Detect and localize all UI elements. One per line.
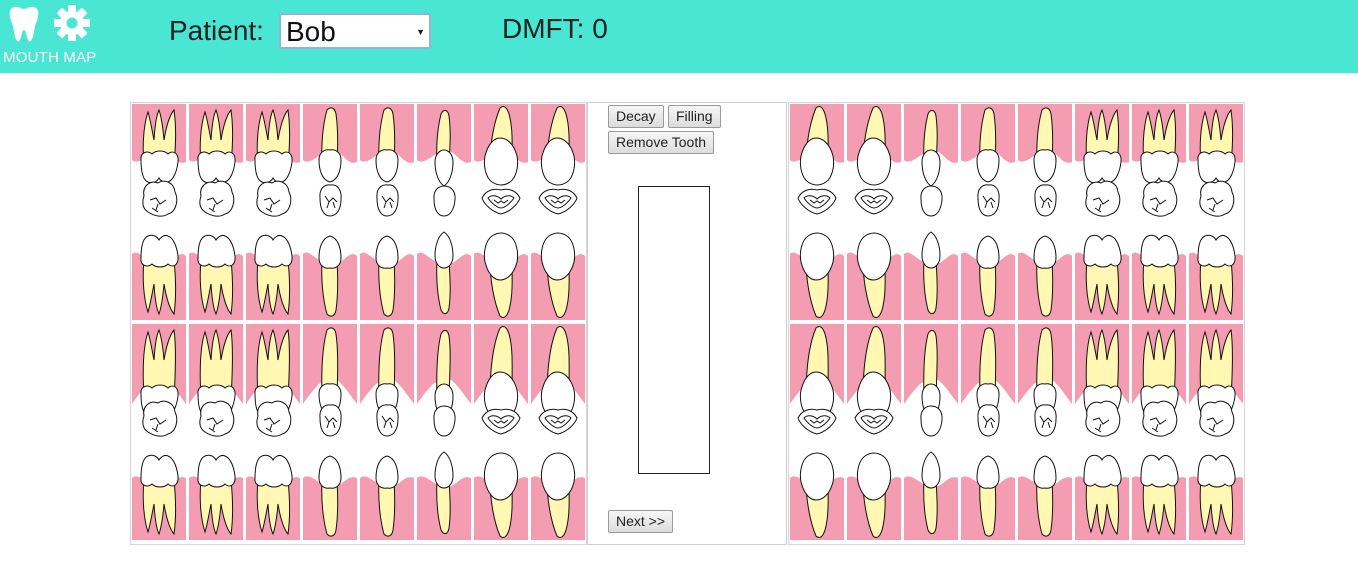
patient-label: Patient: xyxy=(169,15,264,46)
upper-left-tooth-4[interactable] xyxy=(303,104,357,320)
tooth-incisor-icon xyxy=(847,104,901,320)
tooth-premolar-icon xyxy=(303,324,357,540)
lower-right-tooth-5[interactable] xyxy=(1018,324,1072,540)
lower-left-row xyxy=(132,324,589,543)
tooth-incisor-icon xyxy=(531,324,585,540)
app-logo[interactable]: MOUTH MAP xyxy=(3,2,99,68)
tooth-incisor-icon xyxy=(474,104,528,320)
tooth-molar-icon xyxy=(132,104,186,320)
lower-left-tooth-5[interactable] xyxy=(360,324,414,540)
lower-right-tooth-3[interactable] xyxy=(904,324,958,540)
lower-right-tooth-1[interactable] xyxy=(790,324,844,540)
header-bar: MOUTH MAP Patient: Bob ▼ DMFT: 0 xyxy=(0,0,1358,73)
upper-left-tooth-3[interactable] xyxy=(246,104,300,320)
tooth-molar-icon xyxy=(246,324,300,540)
logo-text: MOUTH MAP xyxy=(3,49,97,66)
lower-left-tooth-8[interactable] xyxy=(531,324,585,540)
tooth-premolar-icon xyxy=(360,104,414,320)
tooth-canine-icon xyxy=(417,324,471,540)
upper-left-tooth-5[interactable] xyxy=(360,104,414,320)
tooth-molar-icon xyxy=(132,324,186,540)
tooth-molar-icon xyxy=(1189,324,1243,540)
tooth-incisor-icon xyxy=(474,324,528,540)
tooth-canine-icon xyxy=(417,104,471,320)
right-dental-chart xyxy=(788,102,1245,545)
upper-left-tooth-7[interactable] xyxy=(474,104,528,320)
decay-button[interactable]: Decay xyxy=(608,105,664,128)
tooth-molar-icon xyxy=(1132,104,1186,320)
tooth-incisor-icon xyxy=(790,104,844,320)
upper-right-row xyxy=(790,104,1247,323)
tooth-molar-icon xyxy=(1189,104,1243,320)
left-dental-chart xyxy=(130,102,587,545)
remove-tooth-button[interactable]: Remove Tooth xyxy=(608,131,715,154)
lower-left-tooth-4[interactable] xyxy=(303,324,357,540)
patient-select[interactable]: Bob ▼ xyxy=(279,13,431,49)
upper-right-tooth-8[interactable] xyxy=(1189,104,1243,320)
gear-icon xyxy=(54,5,90,41)
lower-left-tooth-7[interactable] xyxy=(474,324,528,540)
tooth-premolar-icon xyxy=(961,324,1015,540)
tooth-premolar-icon xyxy=(303,104,357,320)
patient-select-value: Bob xyxy=(286,16,336,47)
lower-right-tooth-8[interactable] xyxy=(1189,324,1243,540)
lower-right-tooth-4[interactable] xyxy=(961,324,1015,540)
tooth-molar-icon xyxy=(189,324,243,540)
lower-left-tooth-3[interactable] xyxy=(246,324,300,540)
lower-right-row xyxy=(790,324,1247,543)
upper-left-tooth-1[interactable] xyxy=(132,104,186,320)
tooth-icon xyxy=(9,6,39,42)
lower-right-tooth-2[interactable] xyxy=(847,324,901,540)
tooth-premolar-icon xyxy=(360,324,414,540)
lower-right-tooth-7[interactable] xyxy=(1132,324,1186,540)
upper-right-tooth-2[interactable] xyxy=(847,104,901,320)
filling-button[interactable]: Filling xyxy=(668,105,721,128)
tooth-molar-icon xyxy=(1132,324,1186,540)
lower-left-tooth-1[interactable] xyxy=(132,324,186,540)
tooth-notes-box[interactable] xyxy=(638,186,710,474)
upper-left-tooth-2[interactable] xyxy=(189,104,243,320)
lower-right-tooth-6[interactable] xyxy=(1075,324,1129,540)
tooth-molar-icon xyxy=(1075,104,1129,320)
tooth-molar-icon xyxy=(246,104,300,320)
tooth-canine-icon xyxy=(904,104,958,320)
tooth-incisor-icon xyxy=(847,324,901,540)
upper-right-tooth-3[interactable] xyxy=(904,104,958,320)
tooth-canine-icon xyxy=(904,324,958,540)
dmft-score: DMFT: 0 xyxy=(502,13,608,44)
upper-right-tooth-7[interactable] xyxy=(1132,104,1186,320)
upper-right-tooth-6[interactable] xyxy=(1075,104,1129,320)
tooth-premolar-icon xyxy=(961,104,1015,320)
tooth-molar-icon xyxy=(1075,324,1129,540)
tooth-premolar-icon xyxy=(1018,324,1072,540)
chevron-down-icon: ▼ xyxy=(416,27,425,37)
upper-right-tooth-5[interactable] xyxy=(1018,104,1072,320)
upper-right-tooth-1[interactable] xyxy=(790,104,844,320)
tooth-premolar-icon xyxy=(1018,104,1072,320)
tooth-molar-icon xyxy=(189,104,243,320)
lower-left-tooth-6[interactable] xyxy=(417,324,471,540)
upper-left-tooth-6[interactable] xyxy=(417,104,471,320)
next-button[interactable]: Next >> xyxy=(608,510,674,533)
upper-left-tooth-8[interactable] xyxy=(531,104,585,320)
upper-right-tooth-4[interactable] xyxy=(961,104,1015,320)
tooth-action-panel: Decay Filling Remove Tooth Next >> xyxy=(587,102,787,545)
lower-left-tooth-2[interactable] xyxy=(189,324,243,540)
tooth-incisor-icon xyxy=(531,104,585,320)
upper-left-row xyxy=(132,104,589,323)
tooth-incisor-icon xyxy=(790,324,844,540)
